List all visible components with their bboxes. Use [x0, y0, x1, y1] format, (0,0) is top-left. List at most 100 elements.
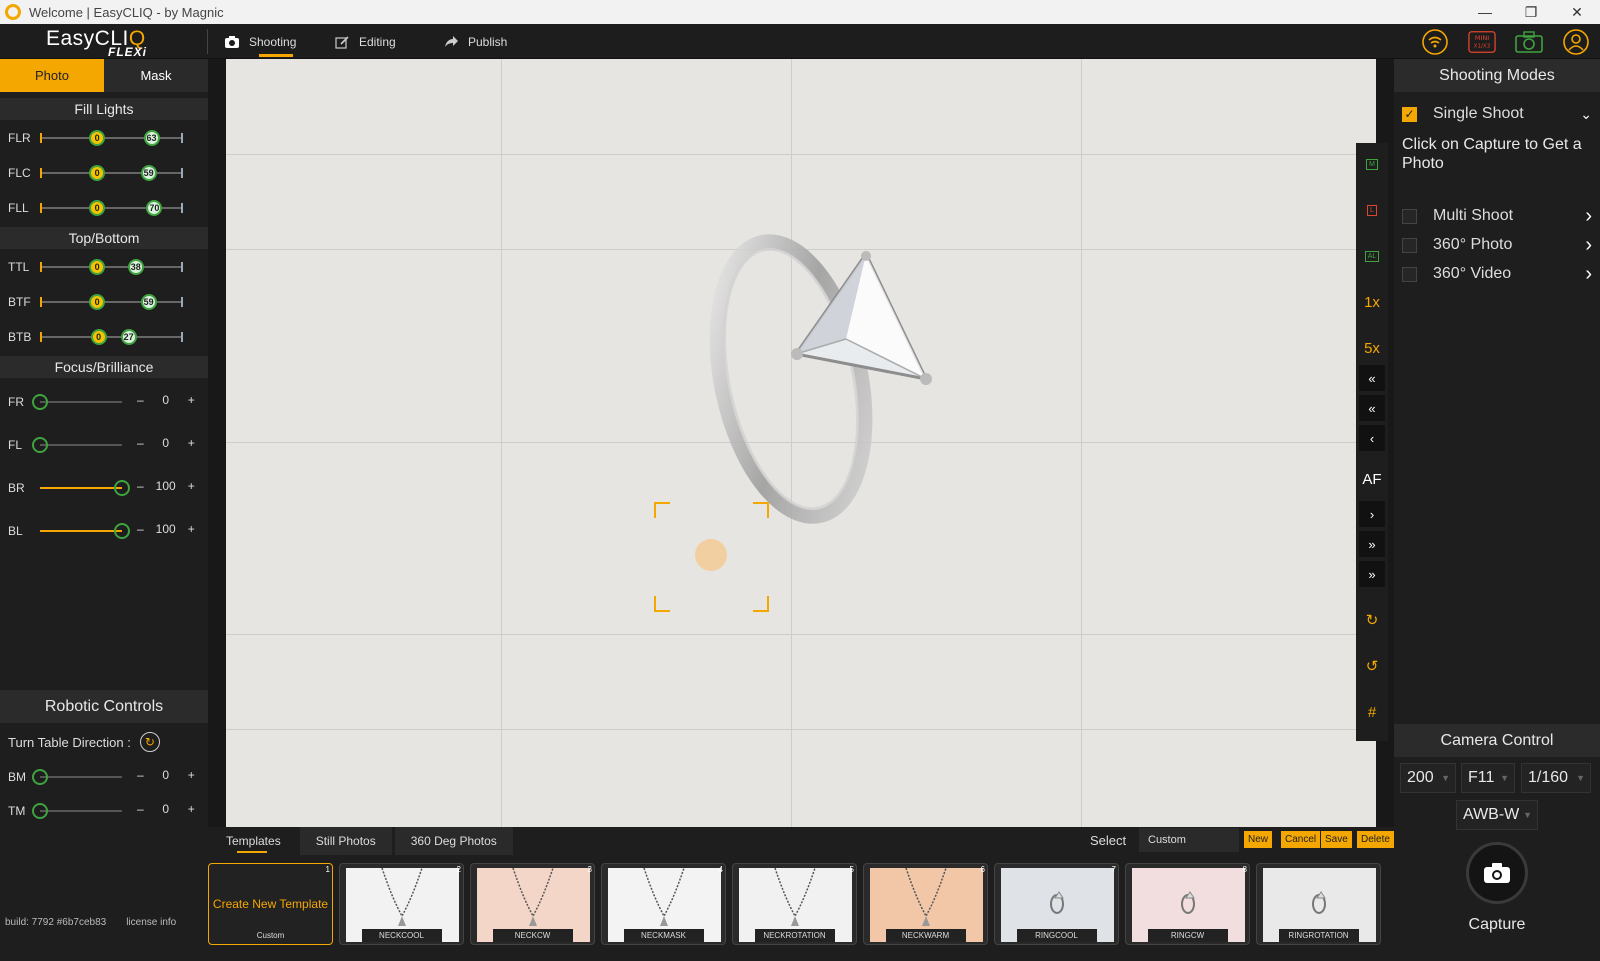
zoom-5x-button[interactable]: 5x [1359, 335, 1385, 361]
iso-select[interactable]: 200 ▼ [1400, 763, 1456, 793]
slider-knob[interactable] [32, 803, 48, 819]
tab-mask[interactable]: Mask [104, 59, 208, 92]
focus-near-3-button[interactable]: » [1359, 561, 1385, 587]
rotate-cw-button[interactable]: ↻ [1359, 607, 1385, 633]
slider-min-knob[interactable]: 0 [89, 294, 106, 310]
shooting-mode-1[interactable]: 360° Photo › [1402, 234, 1592, 256]
decrement-button[interactable]: – [137, 479, 144, 493]
template-card-ringcool[interactable]: 7 RINGCOOL [994, 863, 1119, 945]
chevron-right-icon[interactable]: › [1585, 263, 1592, 286]
slider-min-knob[interactable]: 0 [89, 200, 106, 216]
decrement-button[interactable]: – [137, 768, 144, 782]
slider-min-knob[interactable]: 0 [89, 165, 106, 181]
focus-far-2-button[interactable]: « [1359, 395, 1385, 421]
create-new-template-card[interactable]: 1 Create New Template Custom [208, 863, 333, 945]
mode-al-button[interactable]: AL [1359, 243, 1385, 269]
slider-track[interactable] [32, 437, 122, 453]
decrement-button[interactable]: – [137, 802, 144, 816]
focus-near-1-button[interactable]: › [1359, 501, 1385, 527]
user-account-icon[interactable] [1562, 28, 1590, 56]
template-card-neckrotation[interactable]: 5 NECKROTATION [732, 863, 857, 945]
slider-track[interactable] [40, 480, 130, 496]
close-button[interactable]: ✕ [1554, 0, 1600, 24]
license-info-link[interactable]: license info [126, 917, 176, 928]
slider-max-knob[interactable]: 38 [127, 259, 144, 275]
slider-min-knob[interactable]: 0 [90, 329, 107, 345]
slider-track[interactable]: 0 63 [40, 130, 183, 146]
template-card-neckcw[interactable]: 3 NECKCW [470, 863, 595, 945]
chevron-right-icon[interactable]: › [1585, 234, 1592, 257]
template-card-neckwarm[interactable]: 6 NECKWARM [863, 863, 988, 945]
rotate-direction-icon[interactable]: ↻ [139, 732, 160, 752]
capture-button[interactable] [1466, 842, 1528, 904]
template-card-neckmask[interactable]: 4 NECKMASK [601, 863, 726, 945]
mode-checkbox[interactable] [1402, 266, 1417, 282]
save-button[interactable]: Save [1321, 831, 1352, 848]
template-card-neckcool[interactable]: 2 NECKCOOL [339, 863, 464, 945]
slider-max-knob[interactable]: 27 [120, 329, 137, 345]
slider-knob[interactable] [32, 437, 48, 453]
grid-toggle-button[interactable]: # [1359, 699, 1385, 725]
focus-point[interactable] [695, 539, 727, 571]
minimize-button[interactable]: — [1462, 0, 1508, 24]
shooting-mode-2[interactable]: 360° Video › [1402, 263, 1592, 285]
slider-max-knob[interactable]: 59 [140, 294, 157, 310]
wifi-icon[interactable] [1421, 28, 1449, 56]
increment-button[interactable]: + [188, 479, 195, 493]
cancel-button[interactable]: Cancel [1281, 831, 1321, 848]
chevron-down-icon[interactable]: ⌄ [1580, 106, 1592, 123]
slider-max-knob[interactable]: 70 [146, 200, 163, 216]
slider-knob[interactable] [32, 769, 48, 785]
tab-360-deg-photos[interactable]: 360 Deg Photos [394, 827, 513, 855]
slider-min-knob[interactable]: 0 [89, 259, 106, 275]
focus-near-2-button[interactable]: » [1359, 531, 1385, 557]
increment-button[interactable]: + [188, 802, 195, 816]
maximize-button[interactable]: ❐ [1508, 0, 1554, 24]
decrement-button[interactable]: – [137, 436, 144, 450]
slider-max-knob[interactable]: 63 [143, 130, 160, 146]
new-button[interactable]: New [1244, 831, 1273, 848]
tab-still-photos[interactable]: Still Photos [299, 827, 392, 855]
mode-l-button[interactable]: L [1359, 197, 1385, 223]
increment-button[interactable]: + [188, 436, 195, 450]
slider-track[interactable] [40, 523, 130, 539]
single-shoot-option[interactable]: ✓ Single Shoot ⌄ [1402, 103, 1592, 125]
delete-button[interactable]: Delete [1357, 831, 1394, 848]
increment-button[interactable]: + [188, 522, 195, 536]
tab-editing[interactable]: Editing [334, 24, 396, 59]
slider-track[interactable]: 0 70 [40, 200, 183, 216]
increment-button[interactable]: + [188, 393, 195, 407]
focus-far-1-button[interactable]: ‹ [1359, 425, 1385, 451]
template-card-ringrotation[interactable]: RINGROTATION [1256, 863, 1381, 945]
focus-far-3-button[interactable]: « [1359, 365, 1385, 391]
slider-track[interactable]: 0 27 [40, 329, 183, 345]
shutter-speed-select[interactable]: 1/160 ▼ [1521, 763, 1591, 793]
white-balance-select[interactable]: AWB-W ▼ [1456, 800, 1538, 830]
template-select[interactable]: Custom [1139, 828, 1239, 852]
slider-max-knob[interactable]: 59 [140, 165, 157, 181]
slider-track[interactable] [32, 803, 122, 819]
decrement-button[interactable]: – [137, 393, 144, 407]
mode-m-button[interactable]: M [1359, 151, 1385, 177]
tab-shooting[interactable]: Shooting [224, 24, 296, 59]
mini-x1x3-icon[interactable]: MINI X1/X3 [1468, 28, 1496, 56]
mode-checkbox[interactable] [1402, 237, 1417, 253]
slider-track[interactable]: 0 59 [40, 165, 183, 181]
tab-templates[interactable]: Templates [210, 827, 297, 855]
slider-track[interactable] [32, 769, 122, 785]
slider-knob[interactable] [114, 523, 130, 539]
camera-preview[interactable] [226, 59, 1376, 827]
single-shoot-checkbox[interactable]: ✓ [1402, 106, 1417, 122]
slider-knob[interactable] [32, 394, 48, 410]
slider-knob[interactable] [114, 480, 130, 496]
tab-photo[interactable]: Photo [0, 59, 104, 92]
template-card-ringcw[interactable]: 8 RINGCW [1125, 863, 1250, 945]
rotate-ccw-button[interactable]: ↺ [1359, 653, 1385, 679]
slider-track[interactable] [32, 394, 122, 410]
camera-status-icon[interactable] [1515, 28, 1543, 56]
slider-track[interactable]: 0 59 [40, 294, 183, 310]
chevron-right-icon[interactable]: › [1585, 205, 1592, 228]
decrement-button[interactable]: – [137, 522, 144, 536]
slider-min-knob[interactable]: 0 [89, 130, 106, 146]
slider-track[interactable]: 0 38 [40, 259, 183, 275]
